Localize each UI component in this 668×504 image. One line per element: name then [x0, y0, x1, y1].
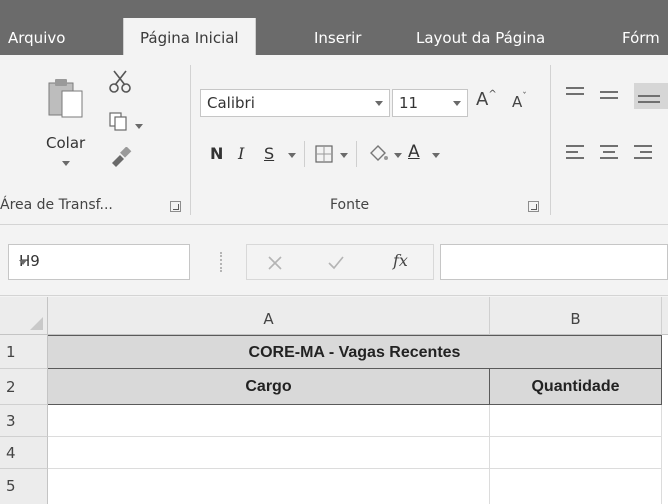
bold-button[interactable]: N — [210, 143, 223, 165]
copy-dropdown-arrow[interactable] — [135, 124, 143, 129]
cell-a5[interactable] — [48, 469, 490, 504]
column-header-b[interactable]: B — [490, 297, 662, 335]
shrink-font-icon: A — [512, 93, 523, 111]
tab-pagina-inicial[interactable]: Página Inicial — [123, 18, 256, 55]
row-header-4[interactable]: 4 — [0, 437, 48, 469]
paste-dropdown-arrow[interactable] — [62, 161, 70, 166]
formula-bar: H9 fx — [0, 226, 668, 296]
cancel-icon[interactable] — [267, 255, 283, 271]
caret-up-icon: ^ — [488, 89, 497, 100]
align-left-button[interactable] — [566, 143, 588, 163]
chevron-down-icon — [375, 101, 383, 106]
row-header-3[interactable]: 3 — [0, 405, 48, 437]
borders-icon[interactable] — [314, 144, 334, 164]
font-name-value: Calibri — [207, 94, 255, 112]
font-group-label: Fonte — [330, 197, 370, 213]
clipboard-dialog-launcher[interactable] — [170, 201, 181, 212]
paste-button[interactable]: Colar — [38, 75, 98, 166]
resize-handle[interactable] — [220, 252, 223, 272]
enter-check-icon[interactable] — [327, 255, 345, 271]
row-header-1[interactable]: 1 — [0, 335, 48, 369]
scissors-icon[interactable] — [108, 69, 132, 93]
spreadsheet-grid: A B 1 2 3 4 5 CORE-MA - Vagas Recentes C… — [0, 297, 668, 504]
cell-a2[interactable]: Cargo — [48, 369, 490, 405]
font-color-dropdown-arrow[interactable] — [432, 153, 440, 158]
row-header-2[interactable]: 2 — [0, 369, 48, 405]
font-size-value: 11 — [399, 94, 419, 112]
font-color-icon: A — [408, 142, 420, 162]
align-bottom-button[interactable] — [634, 83, 668, 109]
cell-a3[interactable] — [48, 405, 490, 437]
underline-button[interactable]: S — [264, 143, 274, 165]
clipboard-group-label: Área de Transf... — [0, 197, 113, 213]
cell-a4[interactable] — [48, 437, 490, 469]
copy-icon[interactable] — [108, 111, 130, 133]
insert-function-icon[interactable]: fx — [393, 251, 408, 270]
tab-formulas[interactable]: Fórm — [622, 22, 660, 55]
clipboard-icon — [48, 79, 83, 118]
name-box[interactable]: H9 — [8, 244, 190, 280]
cell-b4[interactable] — [490, 437, 662, 469]
cell-b3[interactable] — [490, 405, 662, 437]
ribbon-tab-bar: Arquivo Página Inicial Inserir Layout da… — [0, 0, 668, 55]
font-color-button[interactable]: A — [408, 141, 420, 163]
chevron-down-icon — [453, 101, 461, 106]
select-all-button[interactable] — [0, 297, 48, 335]
font-name-dropdown[interactable]: Calibri — [200, 89, 390, 117]
tab-layout-da-pagina[interactable]: Layout da Página — [416, 22, 545, 55]
italic-button[interactable]: I — [238, 143, 244, 165]
borders-dropdown-arrow[interactable] — [340, 153, 348, 158]
formula-buttons: fx — [246, 244, 434, 280]
formula-input[interactable] — [440, 244, 668, 280]
divider — [304, 141, 305, 167]
ribbon: Colar Área de Transf... Calibri 11 A^ Aˇ… — [0, 55, 668, 225]
column-header-a[interactable]: A — [48, 297, 490, 335]
align-right-button[interactable] — [634, 143, 668, 163]
grow-font-button[interactable]: A^ — [476, 89, 497, 110]
group-separator — [550, 65, 551, 215]
divider — [356, 141, 357, 167]
paste-label: Colar — [46, 134, 86, 152]
tab-arquivo[interactable]: Arquivo — [8, 22, 65, 55]
align-top-button[interactable] — [566, 85, 588, 103]
cell-b2[interactable]: Quantidade — [490, 369, 662, 405]
cell-a1-merged-title[interactable]: CORE-MA - Vagas Recentes — [48, 335, 662, 369]
fill-color-icon[interactable] — [366, 141, 390, 165]
align-middle-button[interactable] — [600, 85, 622, 103]
underline-dropdown-arrow[interactable] — [288, 153, 296, 158]
tab-inserir[interactable]: Inserir — [314, 22, 361, 55]
cell-b5[interactable] — [490, 469, 662, 504]
format-painter-icon[interactable] — [108, 147, 132, 167]
align-center-button[interactable] — [600, 143, 622, 163]
shrink-font-button[interactable]: Aˇ — [512, 92, 527, 111]
fill-color-dropdown-arrow[interactable] — [394, 153, 402, 158]
row-header-5[interactable]: 5 — [0, 469, 48, 504]
chevron-down-icon[interactable] — [19, 260, 27, 265]
font-size-dropdown[interactable]: 11 — [392, 89, 468, 117]
grow-font-icon: A — [476, 89, 489, 110]
column-header-c[interactable] — [662, 297, 668, 335]
group-separator — [190, 65, 191, 215]
excel-window: Arquivo Página Inicial Inserir Layout da… — [0, 0, 668, 504]
font-dialog-launcher[interactable] — [528, 201, 539, 212]
caret-down-icon: ˇ — [522, 92, 527, 102]
